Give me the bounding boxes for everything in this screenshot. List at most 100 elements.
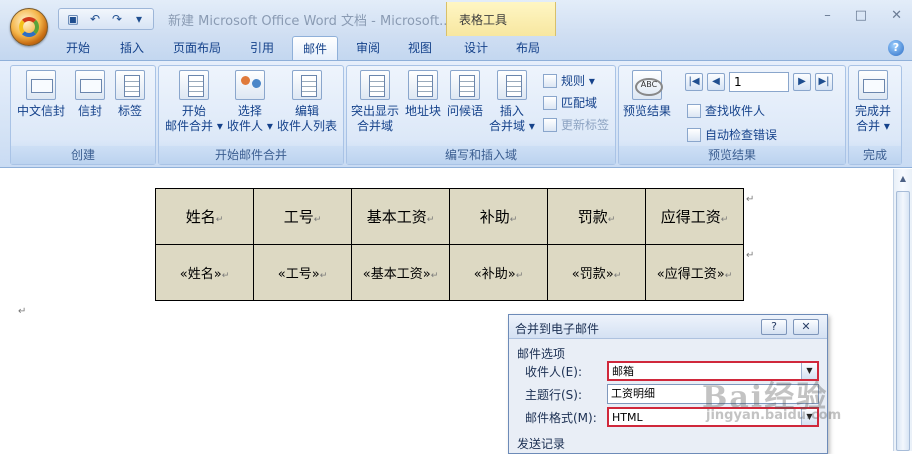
close-button[interactable]: ✕ [891,8,902,23]
group-label-start-merge: 开始邮件合并 [159,146,343,164]
header-cell[interactable]: 工号↵ [253,188,352,245]
minimize-button[interactable]: – [824,8,831,23]
tab-references[interactable]: 引用 [240,36,284,60]
send-records-heading: 发送记录 [517,437,566,451]
match-fields-button[interactable]: 匹配域 [543,94,597,111]
office-button[interactable] [10,8,48,46]
update-labels-button[interactable]: 更新标签 [543,116,609,133]
header-cell[interactable]: 姓名↵ [155,188,254,245]
auto-check-icon [687,127,701,142]
dialog-title-bar: 合并到电子邮件 ? ✕ [509,315,827,339]
cell-mark-icon: ↵ [221,271,230,281]
insert-merge-field-button[interactable]: 插入 合并域 ▾ [489,70,535,134]
edit-recipient-list-button[interactable]: 编辑 收件人列表 [277,70,337,134]
header-cell[interactable]: 基本工资↵ [351,188,450,245]
salary-table[interactable]: 姓名↵ 工号↵ 基本工资↵ 补助↵ 罚款↵ 应得工资↵ «姓名»↵ «工号»↵ … [155,188,744,301]
dialog-title: 合并到电子邮件 [515,322,600,336]
table-row: «姓名»↵ «工号»↵ «基本工资»↵ «补助»↵ «罚款»↵ «应得工资»↵ [155,244,744,301]
recipients-icon [234,70,265,100]
cell-mark-icon: ↵ [313,215,322,225]
labels-button[interactable]: 标签 [115,70,145,119]
envelopes-label: 信封 [77,104,102,118]
edit-list-line2: 收件人列表 [277,119,338,133]
undo-icon[interactable]: ↶ [87,11,103,27]
highlight-fields-button[interactable]: 突出显示 合并域 [351,70,399,134]
header-text: 基本工资 [366,208,427,226]
merge-field-cell[interactable]: «姓名»↵ [155,244,254,301]
highlight-line1: 突出显示 [351,104,400,118]
tab-view[interactable]: 视图 [398,36,442,60]
tab-design[interactable]: 设计 [454,36,498,60]
merge-field-cell[interactable]: «应得工资»↵ [645,244,744,301]
tab-home[interactable]: 开始 [56,36,100,60]
find-recipient-label: 查找收件人 [705,104,766,118]
merge-field-text: «工号» [277,267,320,282]
rules-icon [543,73,557,88]
start-merge-line2: 邮件合并 ▾ [165,119,223,133]
cell-mark-icon: ↵ [607,215,616,225]
edit-list-line1: 编辑 [295,104,320,118]
first-record-button[interactable]: |◀ [685,73,703,91]
save-icon[interactable]: ▣ [65,11,81,27]
header-cell[interactable]: 补助↵ [449,188,548,245]
labels-icon [115,70,145,100]
finish-line2: 合并 ▾ [856,119,890,133]
tab-mailings[interactable]: 邮件 [292,36,338,61]
start-mail-merge-button[interactable]: 开始 邮件合并 ▾ [165,70,223,134]
ribbon: 中文信封 信封 标签 创建 开始 邮件合并 ▾ 选择 收件人 ▾ 编辑 收件人列表 开… [0,60,912,168]
merge-field-cell[interactable]: «罚款»↵ [547,244,646,301]
merge-field-cell[interactable]: «补助»↵ [449,244,548,301]
header-text: 姓名 [185,208,216,226]
header-text: 罚款 [577,208,608,226]
row-end-mark-icon: ↵ [746,250,755,261]
window-title: 新建 Microsoft Office Word 文档 - Microsoft.… [168,14,452,29]
ribbon-tabs: 开始 插入 页面布局 引用 邮件 审阅 视图 设计 布局 [0,36,912,61]
dialog-help-button[interactable]: ? [761,319,787,335]
title-bar: ▣ ↶ ↷ ▾ 新建 Microsoft Office Word 文档 - Mi… [0,0,912,36]
header-cell[interactable]: 罚款↵ [547,188,646,245]
record-number-input[interactable]: 1 [729,72,789,92]
chinese-envelope-button[interactable]: 中文信封 [17,70,65,119]
table-header-row: 姓名↵ 工号↵ 基本工资↵ 补助↵ 罚款↵ 应得工资↵ [155,188,744,245]
merge-field-cell[interactable]: «工号»↵ [253,244,352,301]
group-label-write-insert: 编写和插入域 [347,146,615,164]
address-block-button[interactable]: 地址块 [405,70,441,119]
tab-review[interactable]: 审阅 [346,36,390,60]
greeting-line-button[interactable]: 问候语 [447,70,483,119]
merge-field-cell[interactable]: «基本工资»↵ [351,244,450,301]
tab-layout[interactable]: 布局 [506,36,550,60]
customize-qat-icon[interactable]: ▾ [131,11,147,27]
finish-merge-icon [858,70,888,100]
paragraph-mark-icon: ↵ [18,306,27,317]
highlight-line2: 合并域 [357,119,394,133]
tab-insert[interactable]: 插入 [110,36,154,60]
auto-check-errors-button[interactable]: 自动检查错误 [687,126,777,143]
select-recipients-line2: 收件人 ▾ [227,119,273,133]
cell-mark-icon: ↵ [430,271,439,281]
header-cell[interactable]: 应得工资↵ [645,188,744,245]
finish-merge-button[interactable]: 完成并 合并 ▾ [855,70,891,134]
chinese-envelope-icon [26,70,56,100]
select-recipients-button[interactable]: 选择 收件人 ▾ [227,70,273,134]
select-recipients-line1: 选择 [237,104,262,118]
help-icon[interactable]: ? [888,40,904,56]
cell-mark-icon: ↵ [319,271,328,281]
prev-record-button[interactable]: ◀ [707,73,725,91]
preview-results-icon [632,70,663,100]
restore-button[interactable]: □ [855,8,867,23]
dialog-close-button[interactable]: ✕ [793,319,819,335]
edit-list-icon [292,70,322,100]
last-record-button[interactable]: ▶| [815,73,833,91]
merge-field-text: «基本工资» [362,267,431,282]
mail-options-heading: 邮件选项 [517,347,566,361]
next-record-button[interactable]: ▶ [793,73,811,91]
rules-button[interactable]: 规则 ▾ [543,72,595,89]
envelopes-button[interactable]: 信封 [75,70,105,119]
finish-line1: 完成并 [855,104,892,118]
redo-icon[interactable]: ↷ [109,11,125,27]
find-recipient-button[interactable]: 查找收件人 [687,102,765,119]
insert-merge-field-icon [496,70,527,100]
scroll-up-icon[interactable]: ▲ [896,171,910,187]
preview-results-button[interactable]: 预览结果 [623,70,671,119]
tab-page-layout[interactable]: 页面布局 [166,36,228,60]
